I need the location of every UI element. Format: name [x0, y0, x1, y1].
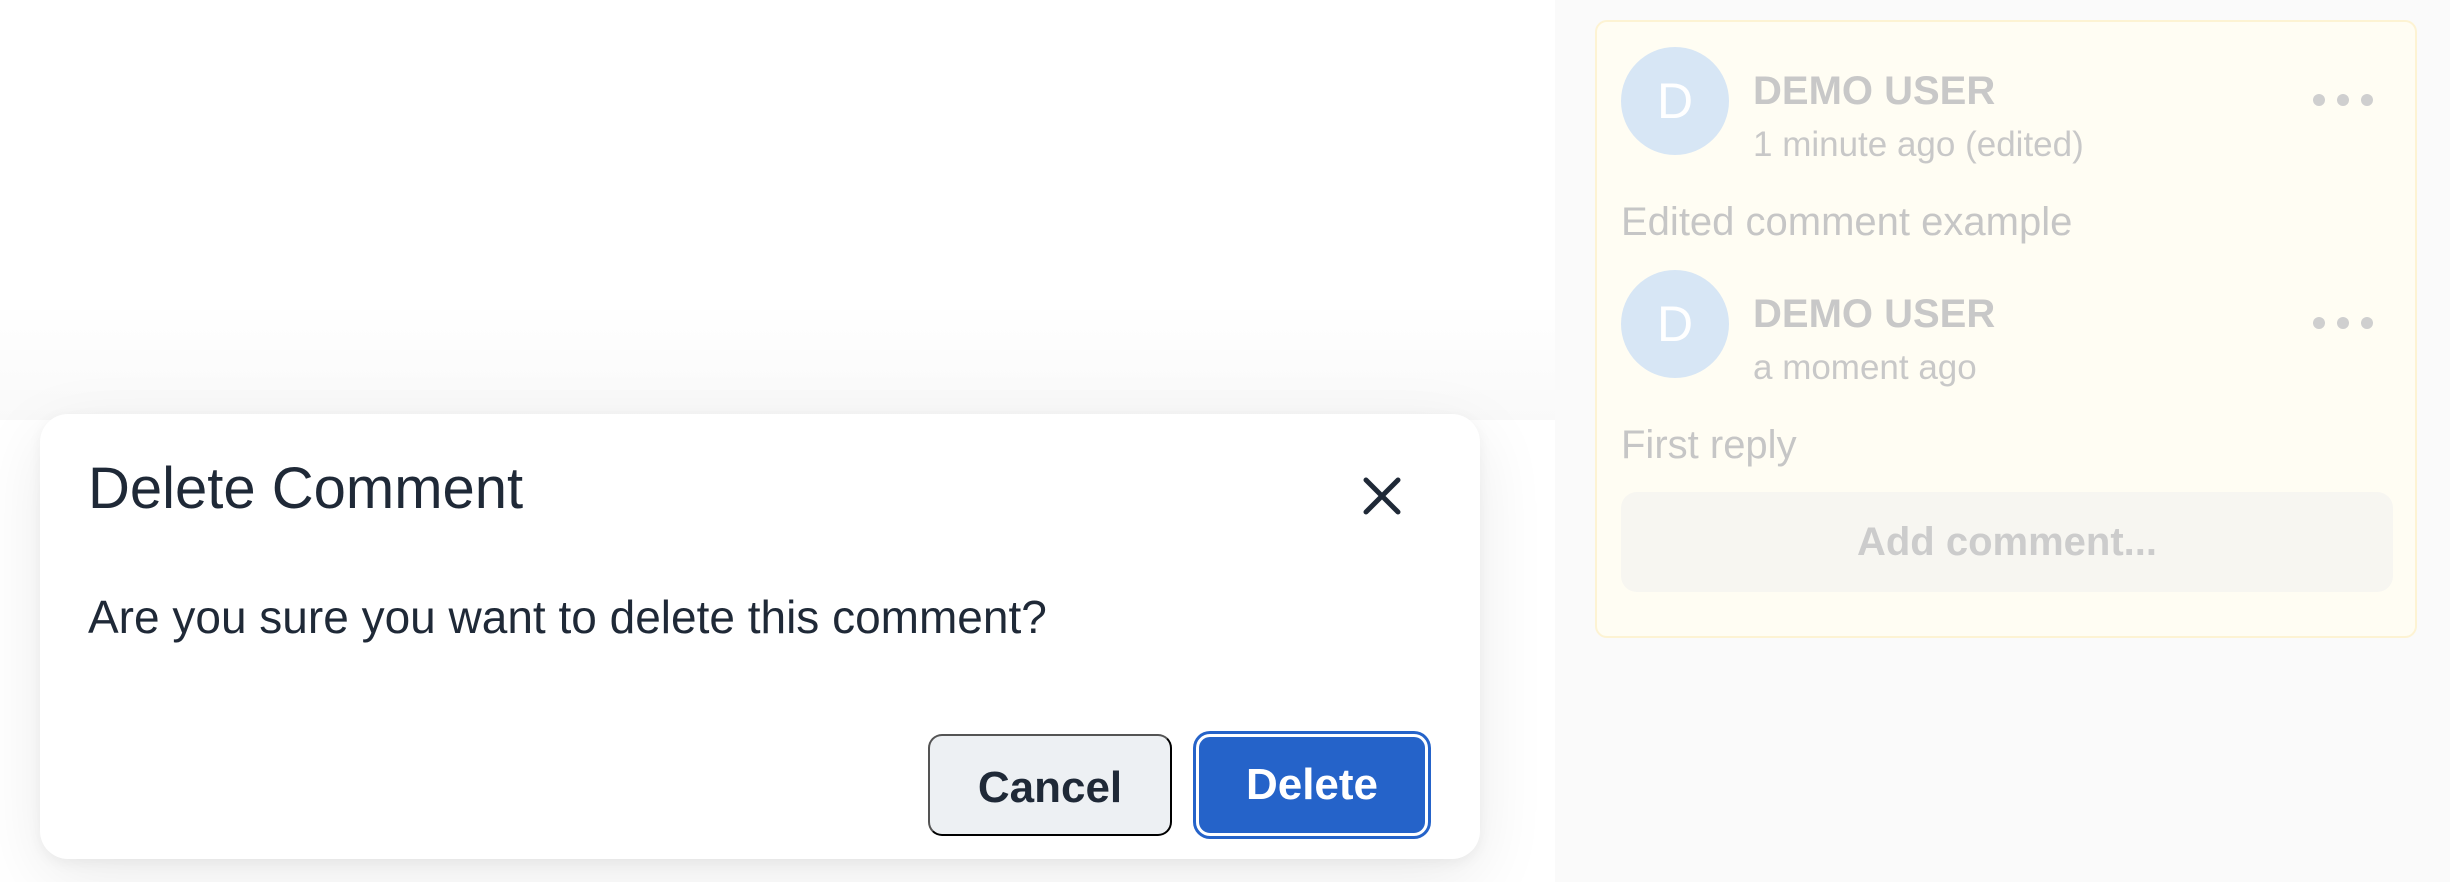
- comment-body: Edited comment example: [1621, 200, 2073, 244]
- close-icon: [1363, 477, 1401, 515]
- comment-author: DEMO USER: [1753, 292, 1996, 336]
- more-horizontal-icon: [2313, 94, 2325, 106]
- cancel-button[interactable]: Cancel: [928, 734, 1172, 836]
- comment-thread: D DEMO USER 1 minute ago (edited) Edited…: [1595, 20, 2417, 638]
- comments-sidebar: D DEMO USER 1 minute ago (edited) Edited…: [1555, 0, 2450, 882]
- delete-button[interactable]: Delete: [1196, 734, 1428, 836]
- comment-body: First reply: [1621, 423, 1797, 467]
- comment-author: DEMO USER: [1753, 69, 1996, 113]
- more-options-button[interactable]: [2313, 308, 2373, 338]
- avatar: D: [1621, 270, 1729, 378]
- add-comment-input[interactable]: Add comment...: [1621, 492, 2393, 592]
- avatar: D: [1621, 47, 1729, 155]
- more-horizontal-icon: [2313, 317, 2325, 329]
- dialog-message: Are you sure you want to delete this com…: [88, 591, 1047, 643]
- more-options-button[interactable]: [2313, 85, 2373, 115]
- close-button[interactable]: [1352, 466, 1412, 526]
- dialog-title: Delete Comment: [88, 456, 524, 521]
- comment-timestamp: 1 minute ago (edited): [1753, 125, 2084, 164]
- comment-timestamp: a moment ago: [1753, 348, 1977, 387]
- delete-comment-dialog: Delete Comment Are you sure you want to …: [40, 414, 1480, 859]
